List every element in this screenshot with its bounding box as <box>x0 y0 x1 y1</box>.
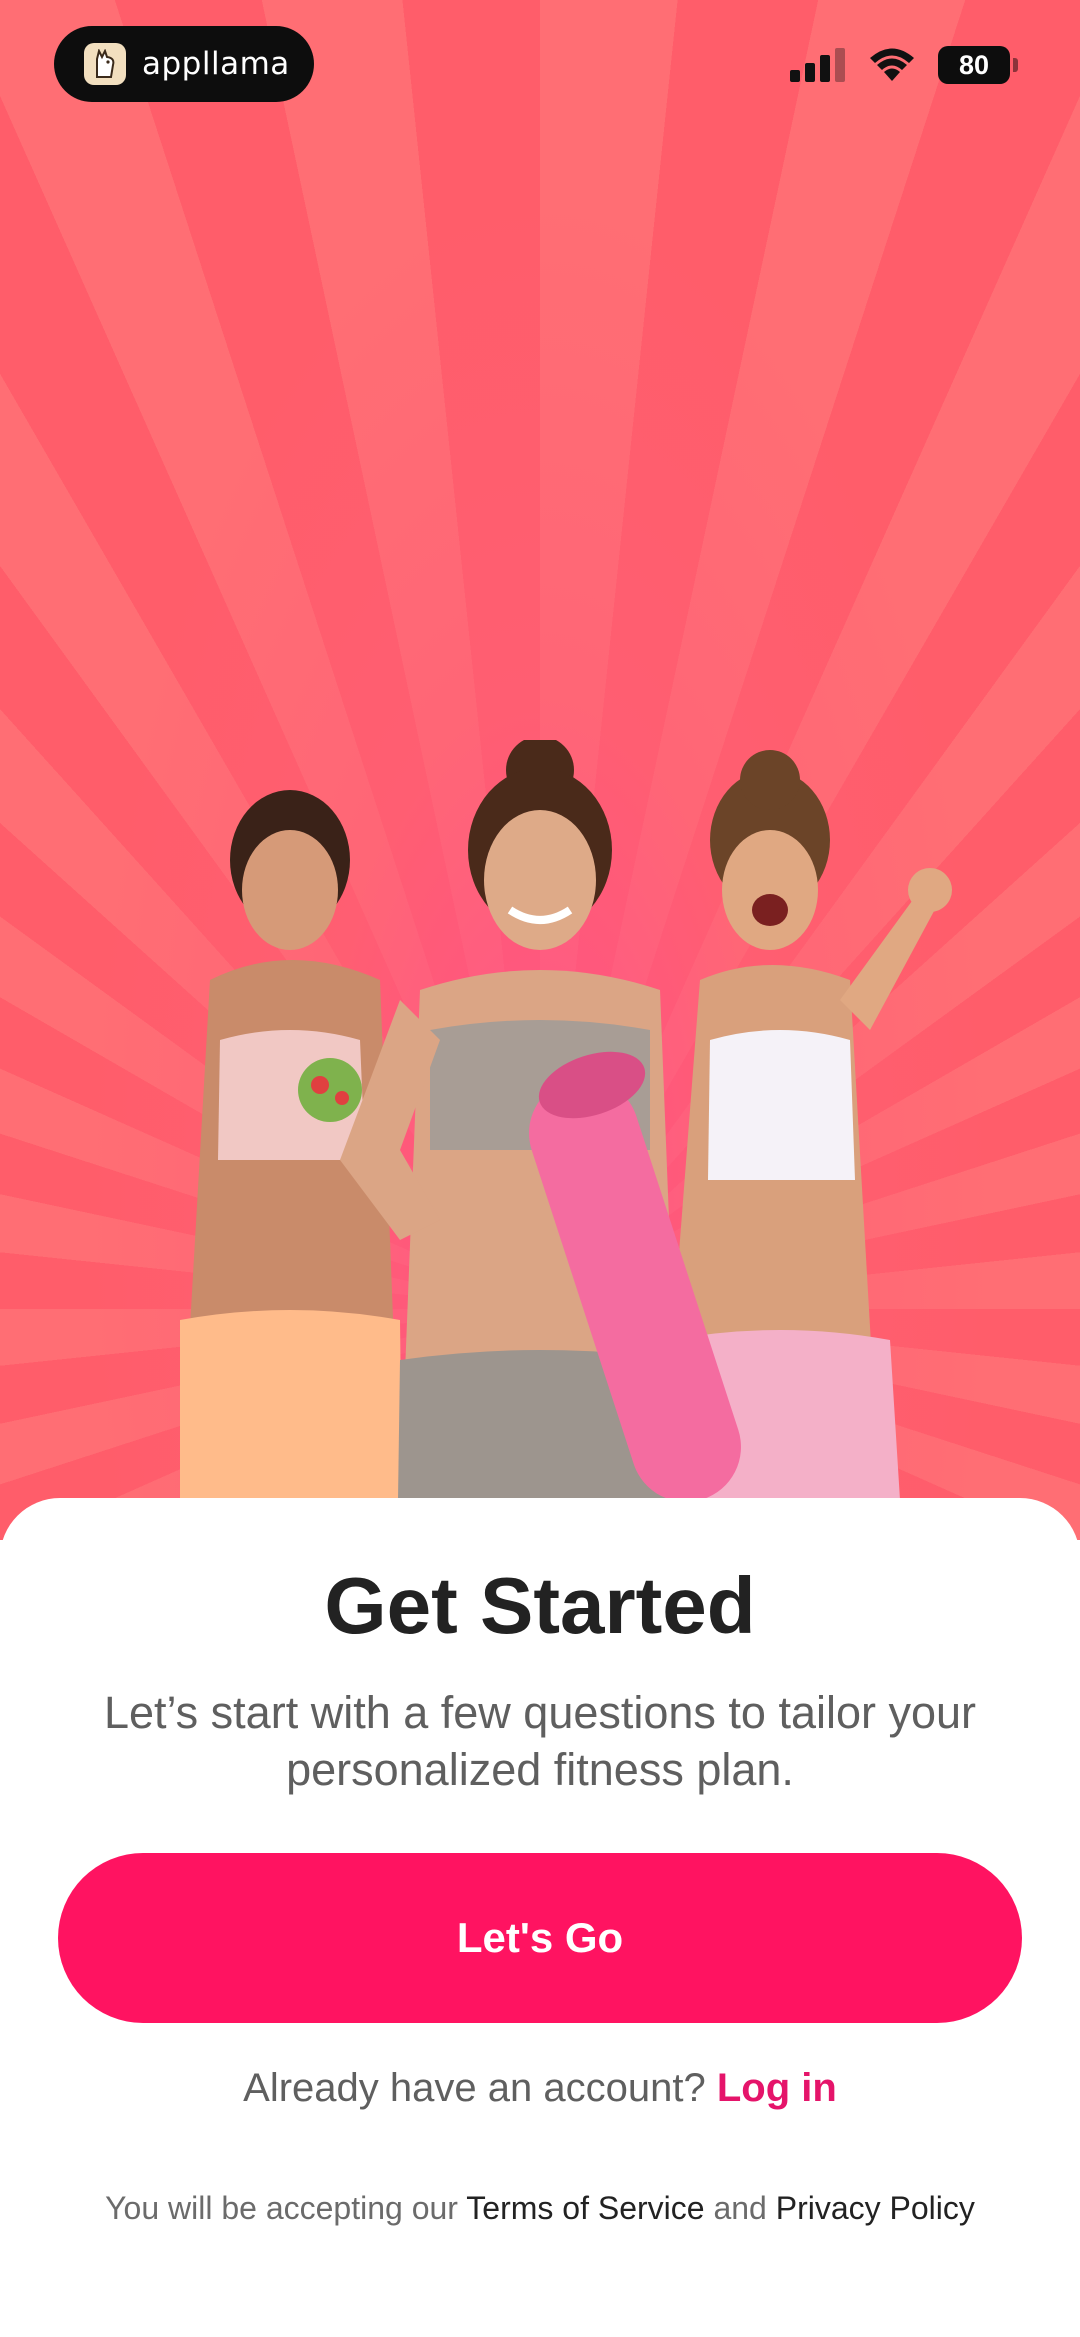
brand-name: appllama <box>142 46 290 82</box>
hero-people-illustration <box>180 740 952 1502</box>
battery-icon: 80 <box>938 46 1018 84</box>
hero-background: appllama 80 <box>0 0 1080 1540</box>
login-link[interactable]: Log in <box>717 2066 837 2110</box>
brand-badge: appllama <box>54 26 314 102</box>
battery-level: 80 <box>958 49 990 80</box>
legal-prefix-text: You will be accepting our <box>105 2190 458 2226</box>
legal-notice: You will be accepting our Terms of Servi… <box>0 2190 1080 2227</box>
llama-logo-icon <box>84 43 126 85</box>
subtitle: Let’s start with a few questions to tail… <box>103 1687 977 1795</box>
wifi-icon <box>870 48 914 81</box>
lets-go-button-label: Let's Go <box>456 1914 624 1961</box>
legal-and-text: and <box>713 2190 767 2226</box>
lets-go-button[interactable]: Let's Go <box>58 1853 1022 2023</box>
login-prompt-row: Already have an account? Log in <box>0 2066 1080 2111</box>
login-prompt-text: Already have an account? <box>243 2066 706 2110</box>
terms-of-service-link[interactable]: Terms of Service <box>466 2190 704 2226</box>
status-icons: 80 <box>790 46 1018 84</box>
page-title: Get Started <box>324 1561 756 1650</box>
privacy-policy-link[interactable]: Privacy Policy <box>776 2190 975 2226</box>
cellular-signal-icon <box>790 48 845 82</box>
status-bar: appllama 80 <box>0 0 1080 140</box>
